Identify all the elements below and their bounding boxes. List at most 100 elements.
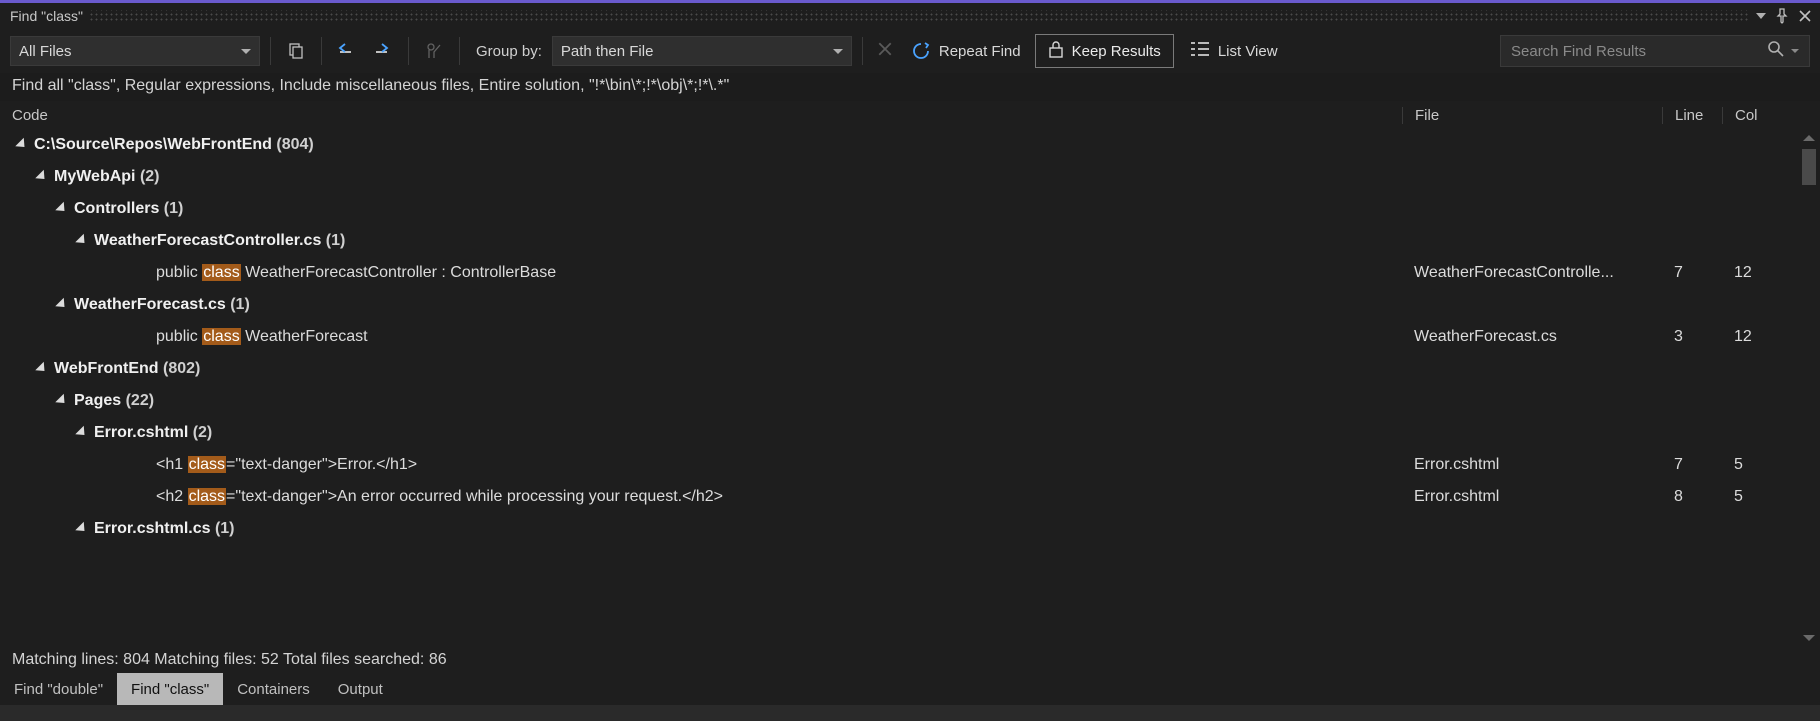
tree-match-row[interactable]: public class WeatherForecastController :… [0,257,1798,289]
match-file: Error.cshtml [1402,456,1662,474]
match-col: 5 [1722,488,1798,506]
match-col: 12 [1722,264,1798,282]
status-line: Matching lines: 804 Matching files: 52 T… [0,647,1820,673]
group-label: Error.cshtml.cs [94,520,215,537]
lock-icon [1048,40,1064,62]
match-file: WeatherForecastControlle... [1402,264,1662,282]
scroll-down-icon[interactable] [1803,635,1815,641]
column-header-line[interactable]: Line [1662,107,1722,124]
scroll-thumb[interactable] [1802,149,1816,185]
separator [408,37,409,65]
expander-icon[interactable] [15,137,28,150]
match-highlight: class [202,328,240,345]
toolbar: All Files Group by: Path then File [0,29,1820,73]
tree-group-row[interactable]: WebFrontEnd (802) [0,353,1798,385]
expander-icon[interactable] [55,297,68,310]
tree-match-row[interactable]: public class WeatherForecastWeatherForec… [0,321,1798,353]
tree-group-row[interactable]: WeatherForecastController.cs (1) [0,225,1798,257]
tree-group-row[interactable]: C:\Source\Repos\WebFrontEnd (804) [0,129,1798,161]
tree-group-row[interactable]: Error.cshtml.cs (1) [0,513,1798,545]
group-count: (1) [215,520,235,537]
column-header-file[interactable]: File [1402,107,1662,124]
tree-match-row[interactable]: <h1 class="text-danger">Error.</h1>Error… [0,449,1798,481]
match-code: public class WeatherForecast [156,328,1402,346]
find-results-panel: Find "class" All Files [0,0,1820,721]
match-code: <h2 class="text-danger">An error occurre… [156,488,1402,506]
tree-group-row[interactable]: WeatherForecast.cs (1) [0,289,1798,321]
title-text: Find "class" [10,8,89,24]
match-code: public class WeatherForecastController :… [156,264,1402,282]
column-header-row: Code File Line Col [0,101,1820,129]
tree-match-row[interactable]: <h2 class="text-danger">An error occurre… [0,481,1798,513]
expander-icon[interactable] [75,521,88,534]
group-label: Pages [74,392,126,409]
bottom-tab[interactable]: Find "class" [117,673,223,705]
window-position-menu-icon[interactable] [1756,13,1766,19]
column-header-code[interactable]: Code [0,107,1402,124]
bottom-tab[interactable]: Containers [223,673,324,705]
results-tree: C:\Source\Repos\WebFrontEnd (804)MyWebAp… [0,129,1820,647]
match-col: 5 [1722,456,1798,474]
group-count: (804) [276,136,313,153]
tree-group-row[interactable]: MyWebApi (2) [0,161,1798,193]
tree-group-row[interactable]: Error.cshtml (2) [0,417,1798,449]
group-label: MyWebApi [54,168,140,185]
match-file: WeatherForecast.cs [1402,328,1662,346]
group-label: Error.cshtml [94,424,193,441]
bottom-tab[interactable]: Output [324,673,397,705]
group-by-label: Group by: [470,43,546,60]
group-count: (802) [163,360,200,377]
title-bar[interactable]: Find "class" [0,3,1820,29]
close-icon[interactable] [1798,9,1812,23]
expander-icon[interactable] [35,169,48,182]
scope-dropdown[interactable]: All Files [10,36,260,66]
group-label: WebFrontEnd [54,360,163,377]
separator [321,37,322,65]
match-line: 3 [1662,328,1722,346]
group-label: WeatherForecast.cs [74,296,230,313]
keep-results-toggle[interactable]: Keep Results [1035,34,1174,68]
expander-icon[interactable] [55,393,68,406]
bottom-tab[interactable]: Find "double" [0,673,117,705]
column-header-col[interactable]: Col [1722,107,1798,124]
repeat-find-label: Repeat Find [939,43,1021,60]
separator [270,37,271,65]
chevron-down-icon [241,49,251,54]
copy-icon[interactable] [281,36,311,66]
search-placeholder: Search Find Results [1511,43,1767,60]
match-code: <h1 class="text-danger">Error.</h1> [156,456,1402,474]
group-count: (1) [230,296,250,313]
scroll-up-icon[interactable] [1803,135,1815,141]
group-count: (1) [326,232,346,249]
prev-result-icon[interactable] [332,36,362,66]
scope-dropdown-label: All Files [19,43,72,60]
clear-icon[interactable] [873,41,897,62]
refresh-icon [911,41,931,61]
pin-icon[interactable] [1774,8,1790,24]
chevron-down-icon [1791,49,1799,53]
list-view-button[interactable]: List View [1180,41,1288,61]
group-count: (2) [193,424,213,441]
separator [862,37,863,65]
match-line: 8 [1662,488,1722,506]
tree-group-row[interactable]: Controllers (1) [0,193,1798,225]
group-label: Controllers [74,200,164,217]
match-highlight: class [202,264,240,281]
tree-group-row[interactable]: Pages (22) [0,385,1798,417]
vertical-scrollbar[interactable] [1798,129,1820,647]
next-result-icon[interactable] [368,36,398,66]
title-grip[interactable] [89,10,1748,22]
match-highlight: class [188,456,226,473]
expander-icon[interactable] [75,233,88,246]
group-count: (2) [140,168,160,185]
search-results-input[interactable]: Search Find Results [1500,35,1810,67]
expander-icon[interactable] [35,361,48,374]
expander-icon[interactable] [75,425,88,438]
repeat-find-button[interactable]: Repeat Find [903,41,1029,61]
search-summary: Find all "class", Regular expressions, I… [0,73,1820,101]
expander-icon[interactable] [55,201,68,214]
filter-icon[interactable] [419,36,449,66]
keep-results-label: Keep Results [1072,43,1161,60]
group-label: WeatherForecastController.cs [94,232,326,249]
group-by-dropdown[interactable]: Path then File [552,36,852,66]
